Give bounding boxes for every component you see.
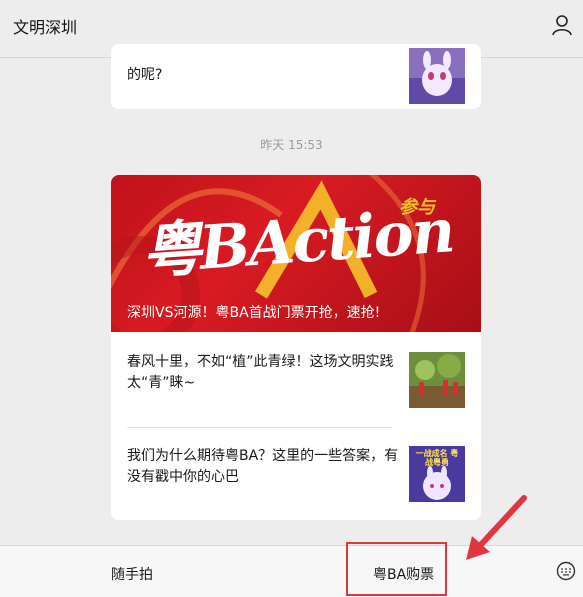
article-thumbnail bbox=[409, 48, 465, 104]
highlight-box bbox=[346, 542, 447, 596]
divider bbox=[127, 427, 392, 428]
person-icon[interactable] bbox=[551, 14, 573, 36]
article-thumbnail bbox=[409, 352, 465, 408]
list-item[interactable]: 我们为什么期待粤BA？这里的一些答案，有没有戳中你的心巴 一战成名 粤战粤勇 bbox=[127, 446, 465, 502]
article-thumbnail: 一战成名 粤战粤勇 bbox=[409, 446, 465, 502]
previous-article-card[interactable]: 的呢? bbox=[111, 44, 481, 109]
hero-badge: 参与 bbox=[399, 197, 435, 218]
hero-banner[interactable]: 粤BAction 参与 深圳VS河源！粤BA首战门票开抢，速抢! bbox=[111, 175, 481, 332]
thumb-text: 一战成名 粤战粤勇 bbox=[415, 449, 459, 467]
keyboard-icon[interactable] bbox=[556, 561, 576, 581]
article-title: 的呢? bbox=[127, 67, 163, 83]
list-item[interactable]: 春风十里，不如“植”此青绿！这场文明实践太“青”睐~ bbox=[127, 352, 465, 408]
pointer-arrow-icon bbox=[466, 495, 527, 560]
menu-item-snapshot[interactable]: 随手拍 bbox=[111, 564, 153, 584]
article-card[interactable]: 粤BAction 参与 深圳VS河源！粤BA首战门票开抢，速抢! 春风十里，不如… bbox=[111, 175, 481, 520]
message-timestamp: 昨天 15:53 bbox=[260, 138, 323, 152]
list-item-title: 我们为什么期待粤BA？这里的一些答案，有没有戳中你的心巴 bbox=[127, 448, 399, 485]
hero-caption: 深圳VS河源！粤BA首战门票开抢，速抢! bbox=[127, 305, 381, 321]
page-title: 文明深圳 bbox=[13, 18, 78, 37]
list-item-title: 春风十里，不如“植”此青绿！这场文明实践太“青”睐~ bbox=[127, 354, 394, 391]
